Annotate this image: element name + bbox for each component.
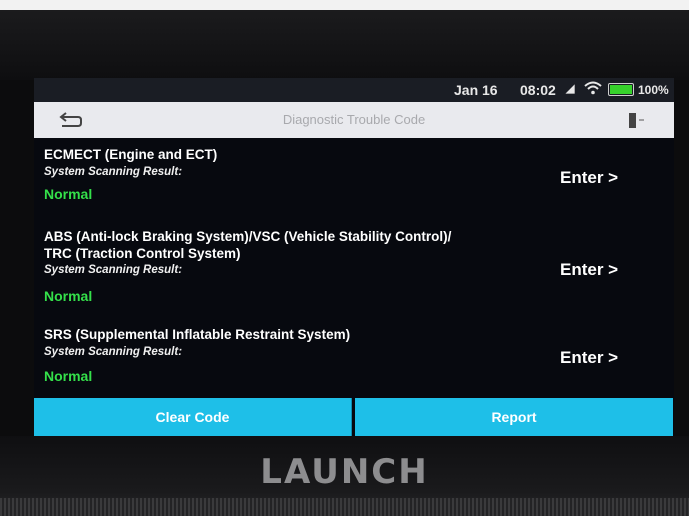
report-button[interactable]: Report — [355, 398, 673, 436]
brand-logo: LAUNCH — [260, 452, 429, 492]
scan-result-label: System Scanning Result: — [44, 264, 183, 276]
system-name: SRS (Supplemental Inflatable Restraint S… — [44, 326, 534, 343]
device-speaker-grill — [0, 498, 689, 516]
system-list: ECMECT (Engine and ECT) System Scanning … — [34, 140, 674, 392]
enter-button[interactable]: Enter > — [560, 348, 618, 368]
device-bezel-top — [0, 0, 689, 80]
system-name-line: ECMECT (Engine and ECT) — [44, 147, 218, 162]
status-bar: Jan 16 08:02 ◢ 100% — [34, 78, 674, 102]
system-name-line: ABS (Anti-lock Braking System)/VSC (Vehi… — [44, 229, 452, 244]
battery-icon — [608, 83, 634, 96]
system-name: ABS (Anti-lock Braking System)/VSC (Vehi… — [44, 228, 534, 262]
scan-result-label: System Scanning Result: — [44, 346, 183, 358]
enter-button[interactable]: Enter > — [560, 260, 618, 280]
exit-door-icon — [629, 113, 644, 128]
wifi-icon — [584, 81, 602, 98]
page-title: Diagnostic Trouble Code — [282, 112, 426, 127]
status-normal: Normal — [44, 288, 93, 304]
system-name-line: TRC (Traction Control System) — [44, 246, 241, 261]
system-name-line: SRS (Supplemental Inflatable Restraint S… — [44, 327, 351, 342]
scan-result-label: System Scanning Result: — [44, 166, 183, 178]
signal-icon: ◢ — [566, 83, 575, 95]
system-name: ECMECT (Engine and ECT) — [44, 146, 534, 163]
system-item-abs: ABS (Anti-lock Braking System)/VSC (Vehi… — [34, 224, 674, 312]
status-time: 08:02 — [520, 82, 556, 98]
system-item-engine: ECMECT (Engine and ECT) System Scanning … — [34, 140, 674, 218]
device-screen: Jan 16 08:02 ◢ 100% Diagnostic Trouble C… — [34, 78, 674, 438]
system-item-srs: SRS (Supplemental Inflatable Restraint S… — [34, 320, 674, 392]
back-button[interactable] — [56, 108, 86, 132]
clear-code-button[interactable]: Clear Code — [34, 398, 352, 436]
title-bar: Diagnostic Trouble Code — [34, 102, 674, 138]
back-arrow-icon — [59, 112, 82, 127]
action-bar: Clear Code Report — [34, 398, 674, 438]
status-normal: Normal — [44, 368, 93, 384]
battery-percent: 100% — [638, 83, 669, 97]
exit-button[interactable] — [620, 108, 650, 132]
status-date: Jan 16 — [454, 82, 498, 98]
status-normal: Normal — [44, 186, 93, 202]
enter-button[interactable]: Enter > — [560, 168, 618, 188]
